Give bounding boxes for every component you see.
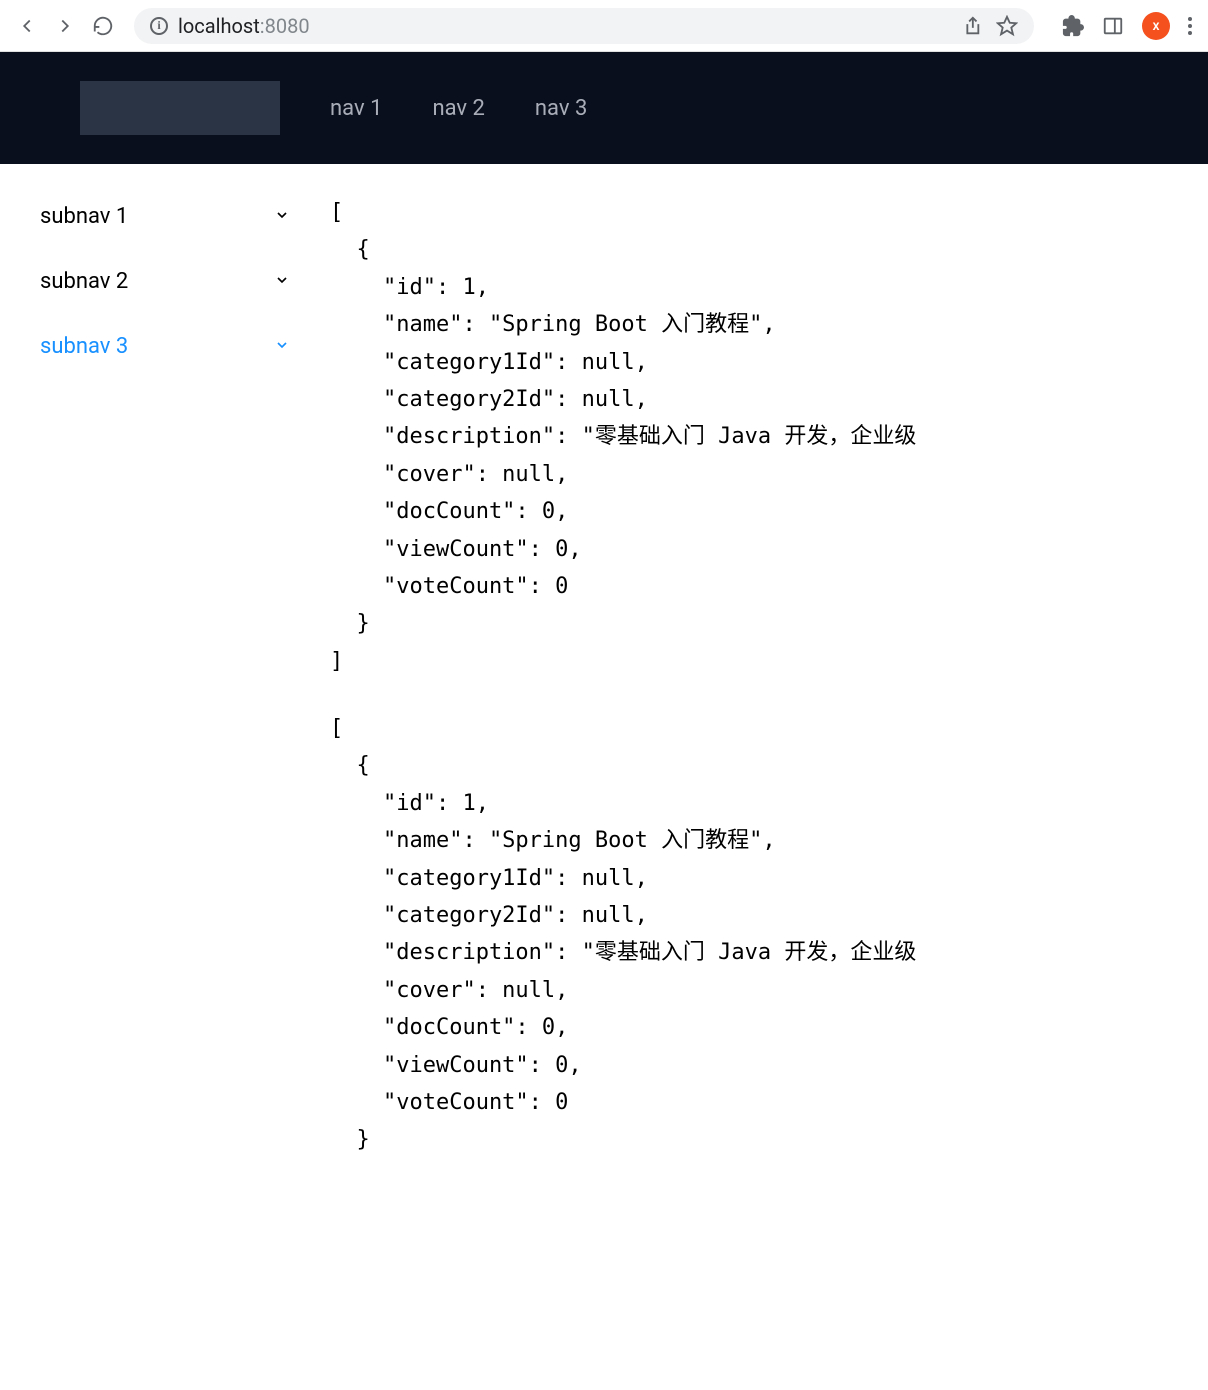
- profile-avatar[interactable]: x: [1142, 12, 1170, 40]
- chrome-right-controls: x: [1054, 12, 1192, 40]
- sidebar-item-label: subnav 1: [40, 204, 128, 229]
- url-host: localhost: [178, 14, 260, 38]
- nav-item-1[interactable]: nav 1: [330, 96, 382, 121]
- nav-arrows: [16, 15, 114, 37]
- extensions-icon[interactable]: [1062, 15, 1084, 37]
- sidebar: subnav 1 subnav 2 subnav 3: [0, 164, 330, 1219]
- sidebar-item-subnav1[interactable]: subnav 1: [0, 184, 330, 249]
- url-suffix: :8080: [260, 14, 310, 38]
- chevron-down-icon: [274, 204, 290, 229]
- json-output-2: [ { "id": 1, "name": "Spring Boot 入门教程",…: [330, 710, 1208, 1159]
- browser-chrome: i localhost:8080 x: [0, 0, 1208, 52]
- chevron-down-icon: [274, 269, 290, 294]
- back-button[interactable]: [16, 15, 38, 37]
- forward-button[interactable]: [54, 15, 76, 37]
- logo-placeholder[interactable]: [80, 81, 280, 135]
- side-panel-icon[interactable]: [1102, 15, 1124, 37]
- url-bar[interactable]: i localhost:8080: [134, 8, 1034, 44]
- share-icon[interactable]: [960, 15, 982, 37]
- sidebar-item-label: subnav 3: [40, 334, 128, 359]
- chevron-down-icon: [274, 334, 290, 359]
- json-output-1: [ { "id": 1, "name": "Spring Boot 入门教程",…: [330, 194, 1208, 680]
- nav-item-3[interactable]: nav 3: [535, 96, 587, 121]
- main-layout: subnav 1 subnav 2 subnav 3 [ { "id": 1, …: [0, 164, 1208, 1219]
- content-area: [ { "id": 1, "name": "Spring Boot 入门教程",…: [330, 164, 1208, 1219]
- site-info-icon[interactable]: i: [150, 17, 168, 35]
- sidebar-item-label: subnav 2: [40, 269, 128, 294]
- reload-button[interactable]: [92, 15, 114, 37]
- app-header: nav 1 nav 2 nav 3: [0, 52, 1208, 164]
- url-actions: [960, 15, 1018, 37]
- sidebar-item-subnav2[interactable]: subnav 2: [0, 249, 330, 314]
- nav-items: nav 1 nav 2 nav 3: [330, 96, 587, 121]
- chrome-menu-icon[interactable]: [1188, 17, 1192, 35]
- sidebar-item-subnav3[interactable]: subnav 3: [0, 314, 330, 379]
- avatar-letter: x: [1152, 18, 1159, 34]
- bookmark-star-icon[interactable]: [996, 15, 1018, 37]
- nav-item-2[interactable]: nav 2: [432, 96, 484, 121]
- url-text: localhost:8080: [178, 14, 310, 38]
